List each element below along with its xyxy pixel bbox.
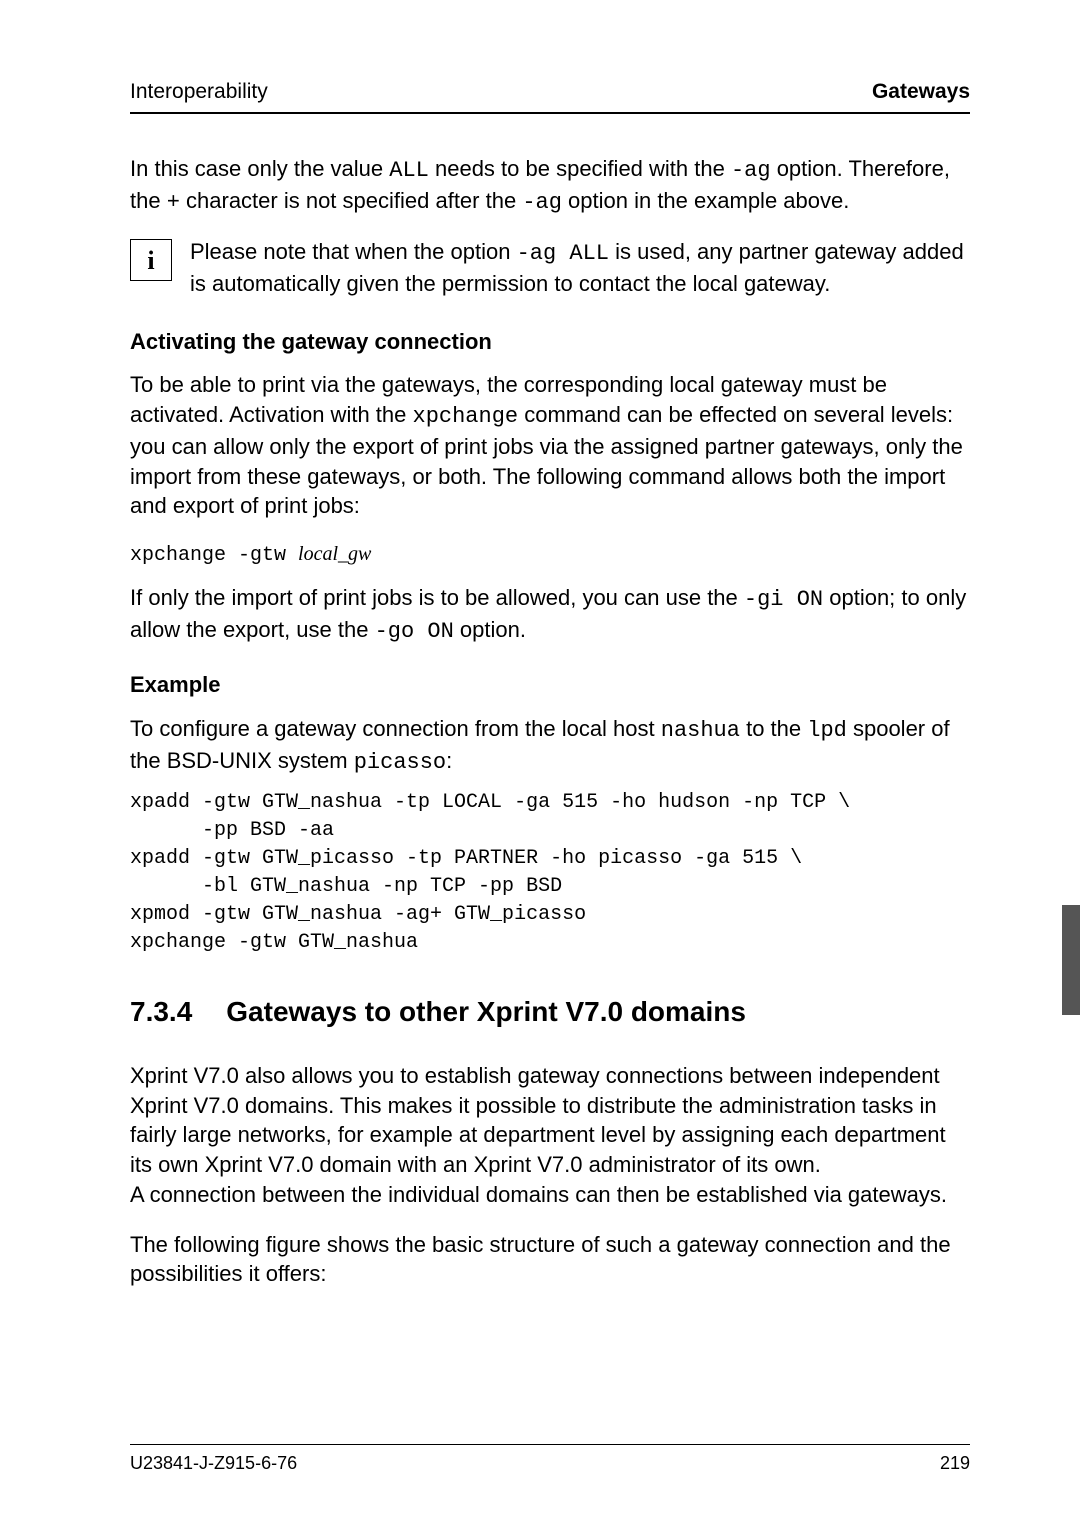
section-paragraph-1: Xprint V7.0 also allows you to establish… [130, 1061, 970, 1180]
thumb-index-tab [1062, 905, 1080, 1015]
text: In this case only the value [130, 156, 389, 181]
text: To configure a gateway connection from t… [130, 716, 661, 741]
text: needs to be specified with the [429, 156, 731, 181]
text: option in the example above. [562, 188, 849, 213]
activating-paragraph-2: If only the import of print jobs is to b… [130, 583, 970, 646]
inline-code: -gi ON [744, 587, 823, 612]
inline-code: -ag ALL [517, 241, 609, 266]
text: Please note that when the option [190, 239, 517, 264]
cmd-text: xpchange -gtw [130, 544, 298, 567]
footer-left: U23841-J-Z915-6-76 [130, 1453, 297, 1474]
section-paragraph-2: A connection between the individual doma… [130, 1180, 970, 1210]
command-line: xpchange -gtw local_gw [130, 541, 970, 569]
subheading-activating: Activating the gateway connection [130, 327, 970, 357]
section-heading: 7.3.4 Gateways to other Xprint V7.0 doma… [130, 993, 970, 1031]
info-glyph: i [147, 243, 154, 278]
inline-code: picasso [354, 750, 446, 775]
activating-paragraph-1: To be able to print via the gateways, th… [130, 370, 970, 520]
header-right: Gateways [872, 80, 970, 104]
intro-paragraph: In this case only the value ALL needs to… [130, 154, 970, 217]
example-code-block: xpadd -gtw GTW_nashua -tp LOCAL -ga 515 … [130, 789, 970, 957]
text: to the [740, 716, 807, 741]
header-left: Interoperability [130, 80, 268, 104]
text: : [446, 748, 452, 773]
page: Interoperability Gateways In this case o… [0, 0, 1080, 1529]
text: If only the import of print jobs is to b… [130, 585, 744, 610]
running-header: Interoperability Gateways [130, 80, 970, 114]
inline-code: ALL [389, 158, 429, 183]
inline-code: -ag [522, 190, 562, 215]
info-icon: i [130, 239, 172, 281]
body-content: In this case only the value ALL needs to… [130, 154, 970, 1289]
subheading-example: Example [130, 670, 970, 700]
page-number: 219 [940, 1453, 970, 1474]
inline-code: lpd [807, 718, 847, 743]
section-title: Gateways to other Xprint V7.0 domains [226, 993, 746, 1031]
text: option. [454, 617, 526, 642]
example-paragraph: To configure a gateway connection from t… [130, 714, 970, 777]
text: character is not specified after the [180, 188, 522, 213]
cmd-arg: local_gw [298, 543, 371, 565]
running-footer: U23841-J-Z915-6-76 219 [130, 1444, 970, 1474]
inline-code: xpchange [413, 404, 519, 429]
inline-code: -go ON [375, 619, 454, 644]
inline-code: -ag [731, 158, 771, 183]
section-number: 7.3.4 [130, 993, 192, 1031]
inline-code: + [167, 190, 180, 215]
inline-code: nashua [661, 718, 740, 743]
info-note: i Please note that when the option -ag A… [130, 237, 970, 298]
info-text: Please note that when the option -ag ALL… [190, 237, 970, 298]
section-paragraph-3: The following figure shows the basic str… [130, 1230, 970, 1289]
